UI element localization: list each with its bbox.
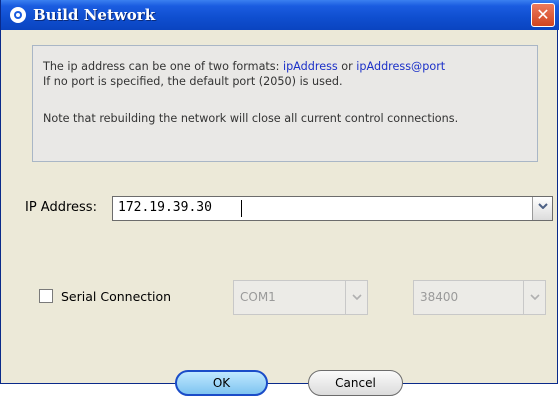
- ip-address-dropdown-button[interactable]: [532, 197, 552, 220]
- chevron-down-icon: [530, 294, 540, 300]
- close-icon: ✕: [536, 5, 550, 24]
- baud-rate-dropdown-button[interactable]: [523, 281, 545, 314]
- serial-port-value: COM1: [240, 290, 276, 304]
- baud-rate-select[interactable]: 38400: [413, 280, 546, 315]
- info-line-formats: The ip address can be one of two formats…: [43, 60, 445, 73]
- app-icon: [10, 7, 26, 23]
- ip-address-combobox[interactable]: 172.19.39.30: [112, 196, 553, 221]
- cancel-button[interactable]: Cancel: [308, 370, 403, 396]
- info-panel: The ip address can be one of two formats…: [32, 45, 538, 162]
- chevron-down-icon: [352, 294, 362, 300]
- ip-address-input[interactable]: 172.19.39.30: [118, 200, 212, 215]
- chevron-down-icon: [538, 203, 548, 209]
- serial-port-dropdown-button[interactable]: [345, 281, 367, 314]
- serial-port-select[interactable]: COM1: [233, 280, 368, 315]
- close-button[interactable]: ✕: [531, 3, 555, 27]
- format-ipaddress-port-text: ipAddress@port: [356, 60, 446, 73]
- build-network-dialog: Build Network ✕ The ip address can be on…: [0, 0, 559, 384]
- ip-address-label: IP Address:: [25, 200, 97, 215]
- format-ipaddress-text: ipAddress: [282, 60, 338, 73]
- info-line-warning: Note that rebuilding the network will cl…: [43, 112, 459, 125]
- info-formats-text: The ip address can be one of two formats…: [43, 60, 283, 73]
- baud-rate-value: 38400: [420, 290, 459, 304]
- text-cursor: [241, 200, 242, 217]
- ok-button[interactable]: OK: [175, 370, 268, 396]
- serial-connection-label[interactable]: Serial Connection: [61, 289, 171, 304]
- title-bar[interactable]: Build Network ✕: [1, 0, 559, 30]
- info-line-default-port: If no port is specified, the default por…: [43, 75, 343, 88]
- dialog-title: Build Network: [33, 6, 156, 24]
- serial-connection-checkbox[interactable]: [39, 289, 53, 303]
- info-or-text: or: [337, 60, 357, 73]
